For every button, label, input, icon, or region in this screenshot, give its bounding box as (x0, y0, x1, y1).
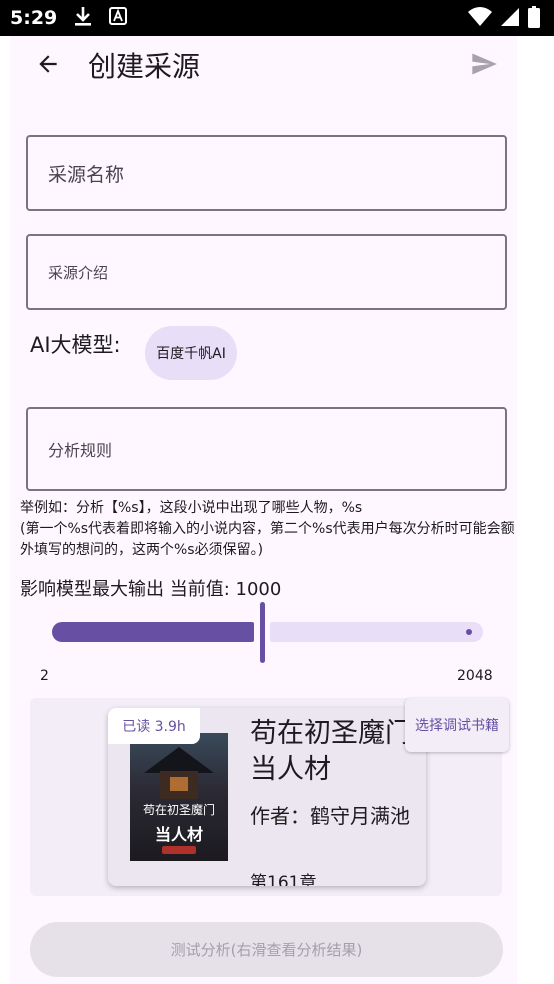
choose-debug-book-button[interactable]: 选择调试书籍 (405, 698, 509, 752)
cover-lantern-glow (170, 777, 188, 791)
publisher-logo-icon (162, 846, 196, 854)
wifi-icon (468, 7, 492, 31)
arrow-back-icon (35, 51, 61, 81)
top-app-bar: 创建采源 (10, 36, 517, 92)
book-title: 苟在初圣魔门当人材 (250, 718, 412, 785)
source-name-input[interactable]: 采源名称 (26, 135, 507, 211)
cover-pavilion-roof (144, 747, 214, 773)
back-button[interactable] (30, 48, 66, 84)
book-card[interactable]: 苟在初圣魔门 当人材 已读 3.9h 苟在初圣魔门当人材 作者：鹤守月满池 第1… (108, 708, 426, 886)
page-title: 创建采源 (88, 50, 201, 83)
max-output-label: 影响模型最大输出 当前值: 1000 (20, 579, 282, 600)
book-author: 作者：鹤守月满池 (250, 804, 410, 828)
slider-min-label: 2 (40, 668, 49, 684)
read-time-badge: 已读 3.9h (108, 708, 200, 744)
app-screen: 创建采源 采源名称 采源介绍 AI大模型: 百度千帆AI 分析规则 举例如：分析… (10, 36, 517, 984)
source-intro-input[interactable]: 采源介绍 (26, 234, 507, 310)
slider-max-label: 2048 (457, 668, 493, 684)
slider-handle[interactable] (259, 602, 265, 663)
source-name-placeholder: 采源名称 (48, 163, 125, 186)
download-icon (73, 5, 93, 31)
test-analysis-button[interactable]: 测试分析(右滑查看分析结果) (30, 922, 503, 977)
signal-icon (500, 7, 520, 31)
send-icon (469, 50, 499, 82)
book-chapter: 第161章 (250, 873, 317, 886)
book-cover: 苟在初圣魔门 当人材 (130, 733, 228, 861)
cover-title-line1: 苟在初圣魔门 (142, 803, 215, 817)
cover-title-line2: 当人材 (154, 825, 203, 844)
send-button[interactable] (466, 48, 502, 84)
status-time: 5:29 (10, 7, 58, 29)
rule-hint-text: 举例如：分析【%s】，这段小说中出现了哪些人物，%s (第一个%s代表着即将输入… (20, 500, 515, 558)
slider-track-active[interactable] (52, 622, 255, 642)
model-label: AI大模型: (30, 333, 121, 357)
a-icon (109, 7, 128, 29)
analysis-rule-placeholder: 分析规则 (48, 441, 113, 460)
model-chip-baidu[interactable]: 百度千帆AI (145, 326, 237, 380)
slider-stop-indicator (466, 629, 472, 635)
source-intro-placeholder: 采源介绍 (48, 263, 109, 282)
analysis-rule-input[interactable]: 分析规则 (26, 407, 507, 491)
battery-icon (528, 6, 540, 32)
status-bar: 5:29 (0, 0, 554, 36)
slider-track-inactive[interactable] (270, 622, 483, 642)
